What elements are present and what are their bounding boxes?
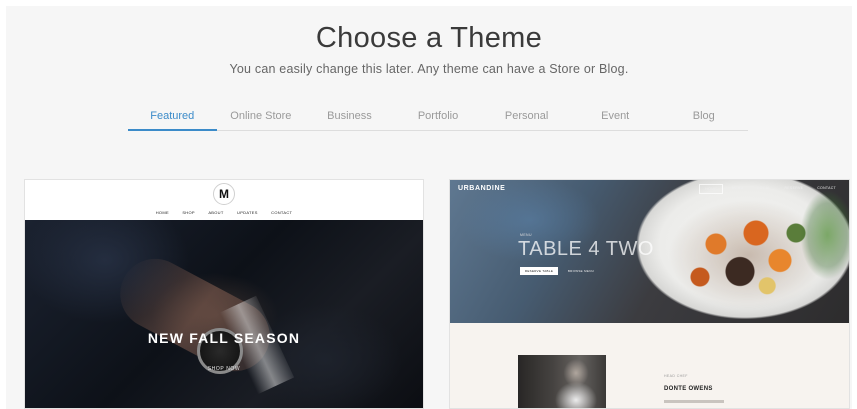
category-tabs: Featured Online Store Business Portfolio… [128,103,748,131]
tab-blog[interactable]: Blog [659,103,748,130]
preview-nav-item: LOCAL [757,186,771,190]
theme-preview-hero-image: URBANDINE HOME MENU LOCAL RESERVE CONTAC… [450,180,849,323]
preview-nav-item: CONTACT [817,186,836,190]
theme-preview-header: M HOME SHOP ABOUT UPDATES CONTACT [25,180,423,220]
preview-nav-item: SHOP [182,210,195,215]
preview-nav-item: HOME [155,210,169,215]
tab-online-store[interactable]: Online Store [217,103,306,130]
theme-preview-nav: HOME MENU LOCAL RESERVE CONTACT [699,184,841,194]
theme-preview-headline: TABLE 4 TWO [518,238,654,260]
preview-secondary-button: BROWSE MENU [567,269,595,273]
theme-preview-hero-image: NEW FALL SEASON SHOP NOW [25,220,423,408]
page-subtitle: You can easily change this later. Any th… [229,62,629,76]
tab-portfolio[interactable]: Portfolio [394,103,483,130]
theme-brand: URBANDINE [458,185,506,192]
preview-nav-item: MENU [731,186,744,190]
theme-card-restaurant[interactable]: URBANDINE HOME MENU LOCAL RESERVE CONTAC… [449,179,850,409]
tab-featured[interactable]: Featured [128,103,217,131]
theme-preview-headline: NEW FALL SEASON [147,330,301,346]
tab-business[interactable]: Business [305,103,394,130]
theme-logo: M [213,183,235,205]
preview-primary-button: RESERVE TABLE [520,267,558,275]
theme-card-fashion[interactable]: M HOME SHOP ABOUT UPDATES CONTACT NEW FA… [24,179,424,409]
preview-nav-item: RESERVE [784,186,804,190]
preview-nav-item: ABOUT [208,210,224,215]
page-title: Choose a Theme [315,22,543,54]
theme-preview-kicker: MENU [520,233,532,237]
theme-preview-nav: HOME SHOP ABOUT UPDATES CONTACT [25,210,423,215]
preview-nav-item: HOME [699,184,723,194]
theme-chooser-panel: Choose a Theme You can easily change thi… [6,6,852,409]
preview-body-text [664,400,724,403]
herbs-shape [800,190,849,280]
preview-section-name: DONTE OWENS [664,386,713,392]
tab-event[interactable]: Event [571,103,660,130]
preview-nav-item: UPDATES [237,210,258,215]
theme-preview-cta: SHOP NOW [207,366,241,372]
preview-nav-item: CONTACT [271,210,293,215]
chef-photo [518,355,606,408]
tab-personal[interactable]: Personal [482,103,571,130]
preview-section-kicker: HEAD CHEF [664,374,688,378]
